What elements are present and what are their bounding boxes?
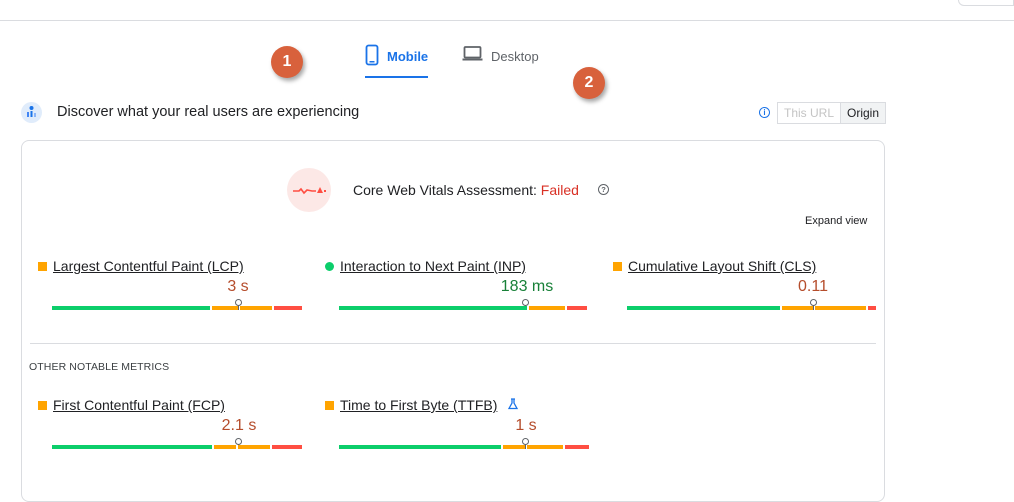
needs-improvement-square-icon — [38, 261, 47, 271]
scope-option-this-url[interactable]: This URL — [778, 103, 842, 123]
flask-icon — [503, 396, 519, 414]
distribution-marker — [235, 299, 242, 310]
good-circle-icon — [325, 261, 334, 271]
scope-option-origin[interactable]: Origin — [841, 103, 886, 123]
distribution-bar — [339, 306, 589, 310]
distribution-bar — [52, 306, 302, 310]
needs-improvement-square-icon — [325, 400, 334, 410]
expand-view-button[interactable]: Expand view — [805, 215, 867, 227]
metric-fcp-value: 2.1 s — [221, 417, 257, 434]
metric-cls-value: 0.11 — [798, 278, 828, 295]
needs-improvement-square-icon — [38, 400, 47, 410]
distribution-bar — [627, 306, 876, 310]
metric-cls-link[interactable]: Cumulative Layout Shift (CLS) — [628, 258, 816, 274]
distribution-bar — [52, 445, 302, 449]
tab-desktop-label: Desktop — [491, 49, 539, 64]
section-title: Discover what your real users are experi… — [57, 104, 360, 120]
distribution-marker — [235, 438, 242, 449]
metric-cls: Cumulative Layout Shift (CLS) 0.11 — [613, 258, 876, 320]
metric-lcp-value: 3 s — [227, 278, 249, 295]
metric-lcp-link[interactable]: Largest Contentful Paint (LCP) — [53, 258, 244, 274]
metric-ttfb: Time to First Byte (TTFB) 1 s — [325, 396, 589, 459]
needs-improvement-square-icon — [613, 261, 622, 271]
section-divider — [30, 343, 876, 344]
metric-inp-value: 183 ms — [500, 278, 554, 295]
annotation-badge-2: 2 — [573, 67, 605, 99]
metric-lcp: Largest Contentful Paint (LCP) 3 s — [38, 258, 302, 320]
metric-fcp: First Contentful Paint (FCP) 2.1 s — [38, 397, 302, 459]
metric-inp: Interaction to Next Paint (INP) 183 ms — [325, 258, 587, 320]
other-metrics-heading: OTHER NOTABLE METRICS — [29, 361, 170, 373]
distribution-marker — [522, 299, 529, 310]
help-icon[interactable]: ? — [598, 184, 609, 195]
scope-toggle: This URL Origin — [777, 102, 887, 124]
active-tab-indicator — [365, 76, 429, 78]
annotation-badge-1: 1 — [271, 46, 303, 78]
top-bar-control[interactable] — [958, 0, 1014, 6]
failed-assessment-icon — [287, 168, 331, 212]
metric-ttfb-value: 1 s — [515, 417, 537, 434]
top-bar — [0, 0, 1014, 21]
metric-inp-link[interactable]: Interaction to Next Paint (INP) — [340, 258, 526, 274]
metric-fcp-link[interactable]: First Contentful Paint (FCP) — [53, 397, 225, 413]
distribution-bar — [339, 445, 589, 449]
crux-users-icon — [21, 102, 42, 123]
tab-mobile-label: Mobile — [387, 49, 429, 64]
distribution-marker — [810, 299, 817, 310]
laptop-icon — [462, 44, 483, 62]
assessment-label: Core Web Vitals Assessment: — [353, 182, 537, 198]
info-icon[interactable]: i — [759, 107, 770, 118]
assessment-status: Failed — [540, 182, 579, 198]
distribution-marker — [522, 438, 529, 449]
tab-mobile[interactable]: Mobile — [365, 44, 429, 78]
assessment-text: Core Web Vitals Assessment: Failed — [353, 182, 579, 198]
tab-desktop[interactable]: Desktop — [462, 44, 539, 78]
metric-ttfb-link[interactable]: Time to First Byte (TTFB) — [340, 397, 497, 413]
phone-icon — [365, 44, 379, 66]
